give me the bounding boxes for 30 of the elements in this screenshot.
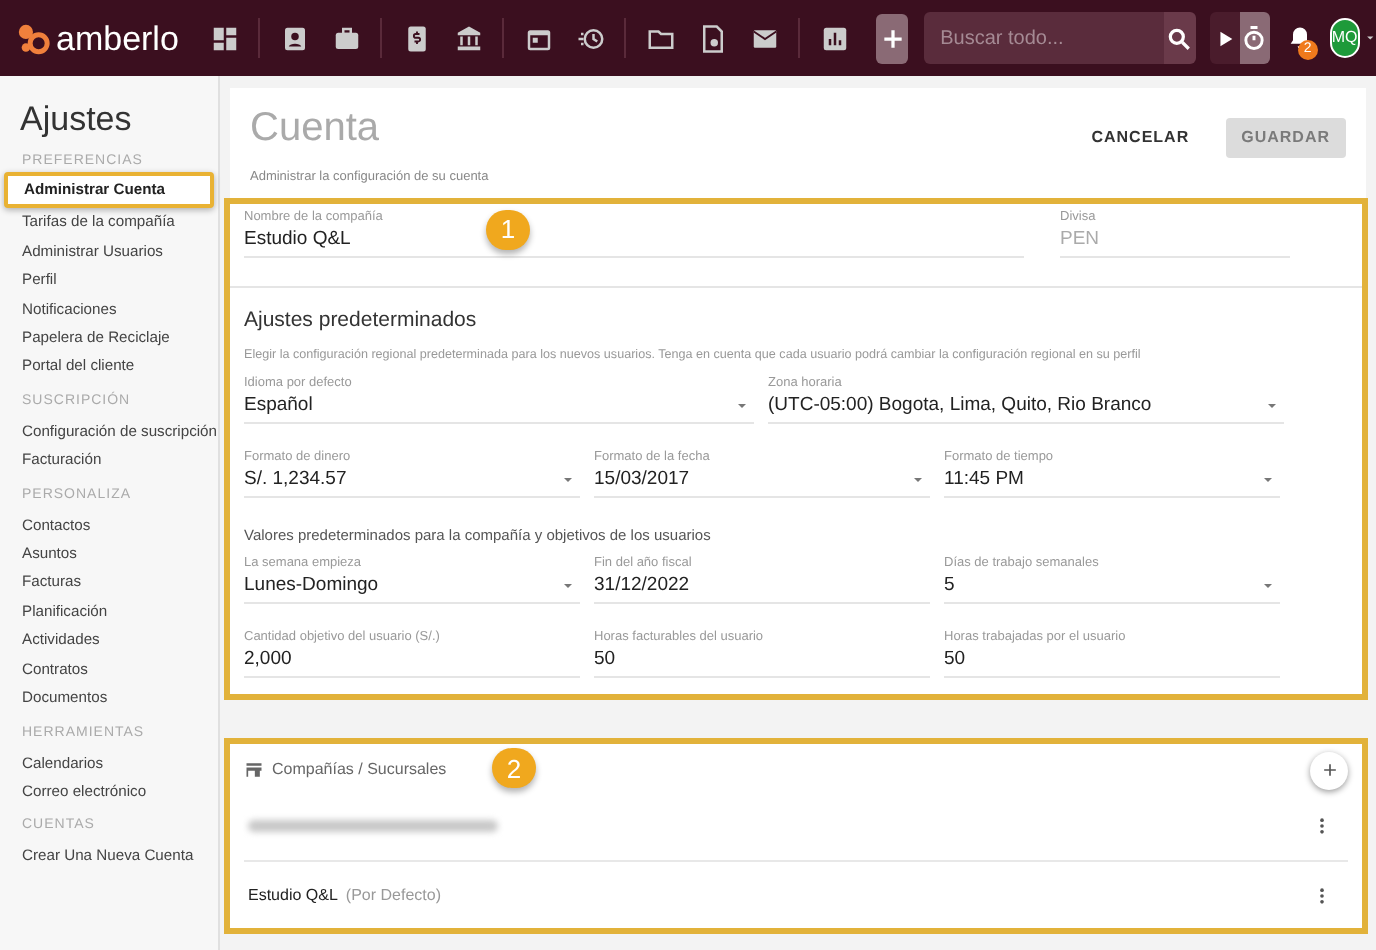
plus-icon bbox=[879, 25, 906, 51]
search-icon bbox=[1166, 25, 1193, 51]
stopwatch-icon bbox=[1240, 24, 1269, 52]
callout-badge: 1 bbox=[486, 209, 530, 250]
logo-text: amberlo bbox=[56, 21, 179, 55]
plus-icon bbox=[1319, 760, 1339, 781]
search-button[interactable] bbox=[1164, 12, 1196, 64]
cancel-button[interactable]: CANCELAR bbox=[1075, 118, 1206, 158]
dashboard-icon bbox=[209, 23, 240, 53]
timer-button[interactable] bbox=[1239, 12, 1270, 64]
play-button[interactable] bbox=[1209, 12, 1240, 64]
user-avatar[interactable]: MQ bbox=[1329, 18, 1360, 58]
chart-icon bbox=[819, 23, 850, 53]
store-icon bbox=[244, 760, 264, 781]
page-title: Cuenta bbox=[250, 104, 381, 152]
bank-icon bbox=[453, 23, 484, 53]
contact-card-icon bbox=[279, 23, 310, 53]
sidebar-title: Ajustes bbox=[18, 100, 134, 140]
time-billing-icon bbox=[575, 23, 606, 53]
briefcase-icon bbox=[331, 23, 362, 53]
section-title: Ajustes predeterminados bbox=[244, 307, 479, 334]
document-icon bbox=[697, 23, 728, 53]
add-branch-button[interactable] bbox=[1310, 751, 1348, 790]
callout-badge: 2 bbox=[492, 748, 536, 789]
add-button[interactable] bbox=[876, 13, 909, 63]
branch-note: (Por Defecto) bbox=[345, 883, 441, 908]
logo-icon bbox=[16, 21, 50, 55]
section-title: Compañías / Sucursales bbox=[272, 758, 447, 783]
branch-name: Estudio Q&L bbox=[248, 883, 338, 908]
search-field[interactable]: Buscar todo... bbox=[924, 12, 1165, 64]
